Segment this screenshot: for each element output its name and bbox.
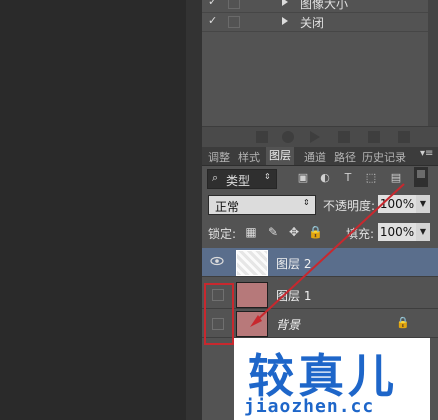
watermark-logo: 较真儿 jiaozhen.cc [234,338,430,420]
layer-thumbnail [236,282,268,308]
action-label: 图像大小 [300,0,349,11]
lock-image-pixels-icon[interactable]: ✎ [266,225,280,239]
eye-icon[interactable] [210,254,224,268]
checkmark-icon[interactable]: ✓ [208,14,220,28]
layer-thumbnail [236,311,268,337]
panel-divider [186,0,202,420]
annotation-highlight-box [204,283,234,345]
actions-scrollbar[interactable] [428,0,438,126]
dialog-toggle-box[interactable] [228,0,240,9]
lock-icon: 🔒 [396,316,410,329]
fill-label: 填充: [346,227,375,241]
lock-transparent-pixels-icon[interactable]: ▦ [244,225,258,239]
actions-toolbar [202,126,438,147]
action-item[interactable]: ✓ 图像大小 [202,0,428,13]
trash-icon[interactable] [398,131,410,143]
new-action-icon[interactable] [368,131,380,143]
opacity-label: 不透明度: [323,199,376,213]
expand-triangle-icon[interactable] [282,0,288,6]
blend-mode-select[interactable]: 正常 ⇕ [208,195,316,215]
blend-mode-value: 正常 [215,200,240,214]
document-canvas-area [0,0,186,420]
watermark-url: jiaozhen.cc [244,396,375,417]
layer-row[interactable]: 图层 1 [202,280,438,309]
lock-label: 锁定: [208,227,237,241]
tab-paths[interactable]: 路径 [334,149,356,165]
expand-triangle-icon[interactable] [282,17,288,25]
search-icon: ⌕ [212,171,219,184]
layer-name: 背景 [276,318,301,332]
layer-row[interactable]: 背景 🔒 [202,309,438,338]
lock-position-icon[interactable]: ✥ [287,225,301,239]
actions-panel: ✓ 图像大小 ✓ 关闭 [202,0,428,126]
dialog-toggle-box[interactable] [228,16,240,28]
filter-pixel-icon[interactable]: ▣ [296,171,310,185]
tab-layers[interactable]: 图层 [266,147,294,165]
play-icon[interactable] [310,131,320,143]
layer-thumbnail [236,250,268,276]
layer-name: 图层 2 [276,257,312,271]
tab-channels[interactable]: 通道 [304,149,326,165]
tab-history[interactable]: 历史记录 [362,149,406,165]
filter-text-icon[interactable]: T [341,171,355,185]
layer-name: 图层 1 [276,289,312,303]
lock-all-icon[interactable]: 🔒 [308,225,323,239]
folder-icon[interactable] [338,131,350,143]
tab-styles[interactable]: 样式 [238,149,260,165]
stop-icon[interactable] [256,131,268,143]
panel-tabs: 调整 样式 图层 通道 路径 历史记录 [202,147,438,166]
action-label: 关闭 [300,16,325,30]
filter-type-select[interactable]: ⌕ 类型 ⇕ [207,169,277,189]
checkmark-icon[interactable]: ✓ [208,0,220,9]
record-icon[interactable] [282,131,294,143]
fill-input[interactable]: 100% [378,223,416,241]
tab-adjustments[interactable]: 调整 [208,149,230,165]
filter-adjustment-icon[interactable]: ◐ [318,171,332,185]
filter-type-label: 类型 [226,174,251,188]
opacity-input[interactable]: 100% [378,195,416,213]
chevron-updown-icon: ⇕ [264,172,271,181]
action-item[interactable]: ✓ 关闭 [202,13,428,32]
opacity-dropdown-button[interactable]: ▼ [416,195,430,213]
panel-menu-icon[interactable]: ▾≡ [420,148,436,164]
filter-shape-icon[interactable]: ⬚ [364,171,378,185]
filter-toggle-switch[interactable] [414,167,428,187]
chevron-updown-icon: ⇕ [303,198,310,207]
fill-dropdown-button[interactable]: ▼ [416,223,430,241]
layer-row[interactable]: 图层 2 [202,248,438,277]
filter-smart-object-icon[interactable]: ▤ [389,171,403,185]
